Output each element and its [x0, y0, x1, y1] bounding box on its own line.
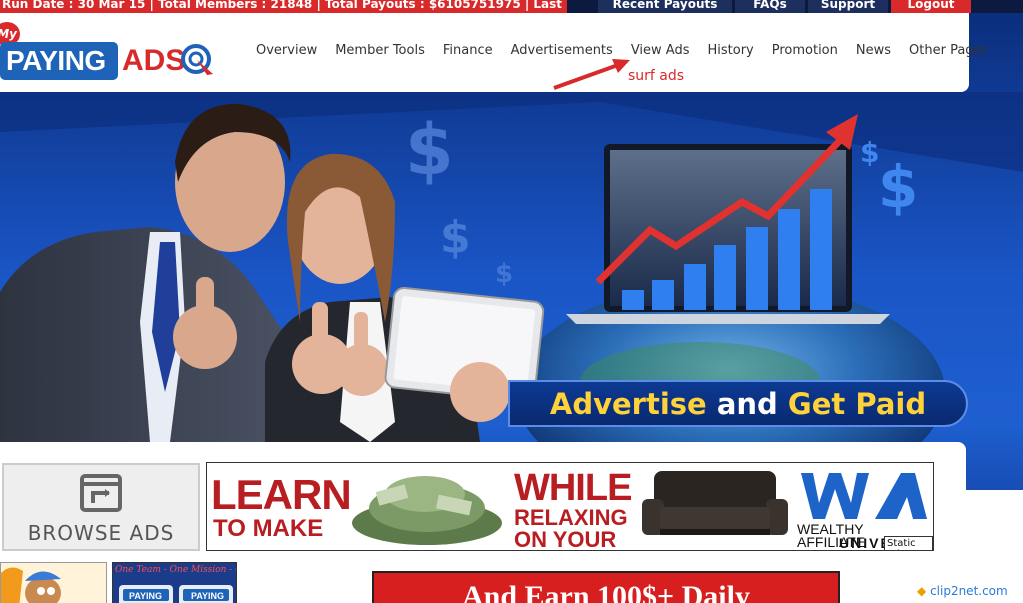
- nav-news[interactable]: News: [856, 43, 891, 58]
- money-pile-icon: [352, 476, 502, 545]
- tagline-advertise: Advertise: [549, 387, 707, 421]
- earn-daily-banner[interactable]: And Earn 100$+ Daily: [372, 571, 840, 603]
- nav-promotion[interactable]: Promotion: [772, 43, 838, 58]
- wealthy-affiliate-ad[interactable]: LEARN TO MAKE WHILE RELAXING ON YOUR WEA…: [206, 462, 934, 551]
- support-button[interactable]: Support: [808, 0, 888, 13]
- annotation-arrow-icon: [553, 59, 630, 90]
- mascot-icon: [1, 563, 106, 603]
- annotation-label: surf ads: [628, 68, 685, 84]
- browse-ads-button[interactable]: BROWSE ADS: [2, 463, 200, 551]
- target-icon: [181, 44, 213, 75]
- nav-overview[interactable]: Overview: [256, 43, 317, 58]
- top-bar: Run Date : 30 Mar 15 | Total Members : 2…: [0, 0, 1023, 13]
- nav-history[interactable]: History: [707, 43, 753, 58]
- ad-text-while: WHILE: [514, 467, 632, 509]
- tagline-get-paid: Get Paid: [787, 387, 927, 421]
- promo-thumbnail-mascot[interactable]: [0, 562, 107, 603]
- ad-text-learn: LEARN: [211, 471, 352, 518]
- clip2net-watermark: ◆ clip2net.com: [917, 584, 1008, 598]
- logo-paying-text: PAYING: [0, 42, 118, 80]
- browser-cursor-icon: [80, 474, 122, 512]
- tagline-and: and: [716, 387, 778, 421]
- faqs-button[interactable]: FAQs: [735, 0, 805, 13]
- logo-ads-text: ADS: [122, 44, 186, 77]
- thumb-motto: One Team - One Mission - One Link: [115, 565, 236, 575]
- logout-button[interactable]: Logout: [891, 0, 971, 13]
- promo-thumbnail-paying-ads[interactable]: One Team - One Mission - One Link PAYING…: [112, 562, 237, 603]
- nav-finance[interactable]: Finance: [443, 43, 493, 58]
- banner-tagline: Advertise and Get Paid: [508, 380, 968, 427]
- ad-text-on-your: ON YOUR: [514, 527, 617, 551]
- site-stats: Run Date : 30 Mar 15 | Total Members : 2…: [0, 0, 567, 13]
- clip2net-icon: ◆: [917, 584, 927, 598]
- couch-icon: [642, 471, 788, 535]
- wa-logo-icon: [801, 473, 927, 519]
- watermark-text: clip2net.com: [930, 584, 1008, 598]
- ad-text-to-make: TO MAKE: [213, 515, 324, 542]
- nav-other-pages[interactable]: Other Pages: [909, 43, 988, 58]
- static-ad-badge: Static Ad: [884, 536, 933, 550]
- nav-member-tools[interactable]: Member Tools: [335, 43, 425, 58]
- dollar-sign-icon: $: [405, 109, 454, 191]
- nav-view-ads[interactable]: View Ads: [631, 43, 690, 58]
- thumb-paying-1: PAYING: [129, 591, 163, 601]
- dollar-sign-icon: $: [878, 153, 918, 221]
- browse-ads-label: BROWSE ADS: [27, 521, 175, 545]
- page: Run Date : 30 Mar 15 | Total Members : 2…: [0, 0, 1023, 603]
- earn-daily-text: And Earn 100$+ Daily: [462, 580, 750, 603]
- ad-text-relaxing: RELAXING: [514, 505, 628, 530]
- dollar-sign-icon: $: [495, 259, 513, 289]
- dollar-sign-icon: $: [860, 136, 879, 169]
- thumb-paying-2: PAYING: [191, 591, 225, 601]
- recent-payouts-button[interactable]: Recent Payouts: [598, 0, 732, 13]
- site-logo[interactable]: My PAYING ADS: [0, 22, 230, 82]
- dollar-sign-icon: $: [440, 212, 471, 263]
